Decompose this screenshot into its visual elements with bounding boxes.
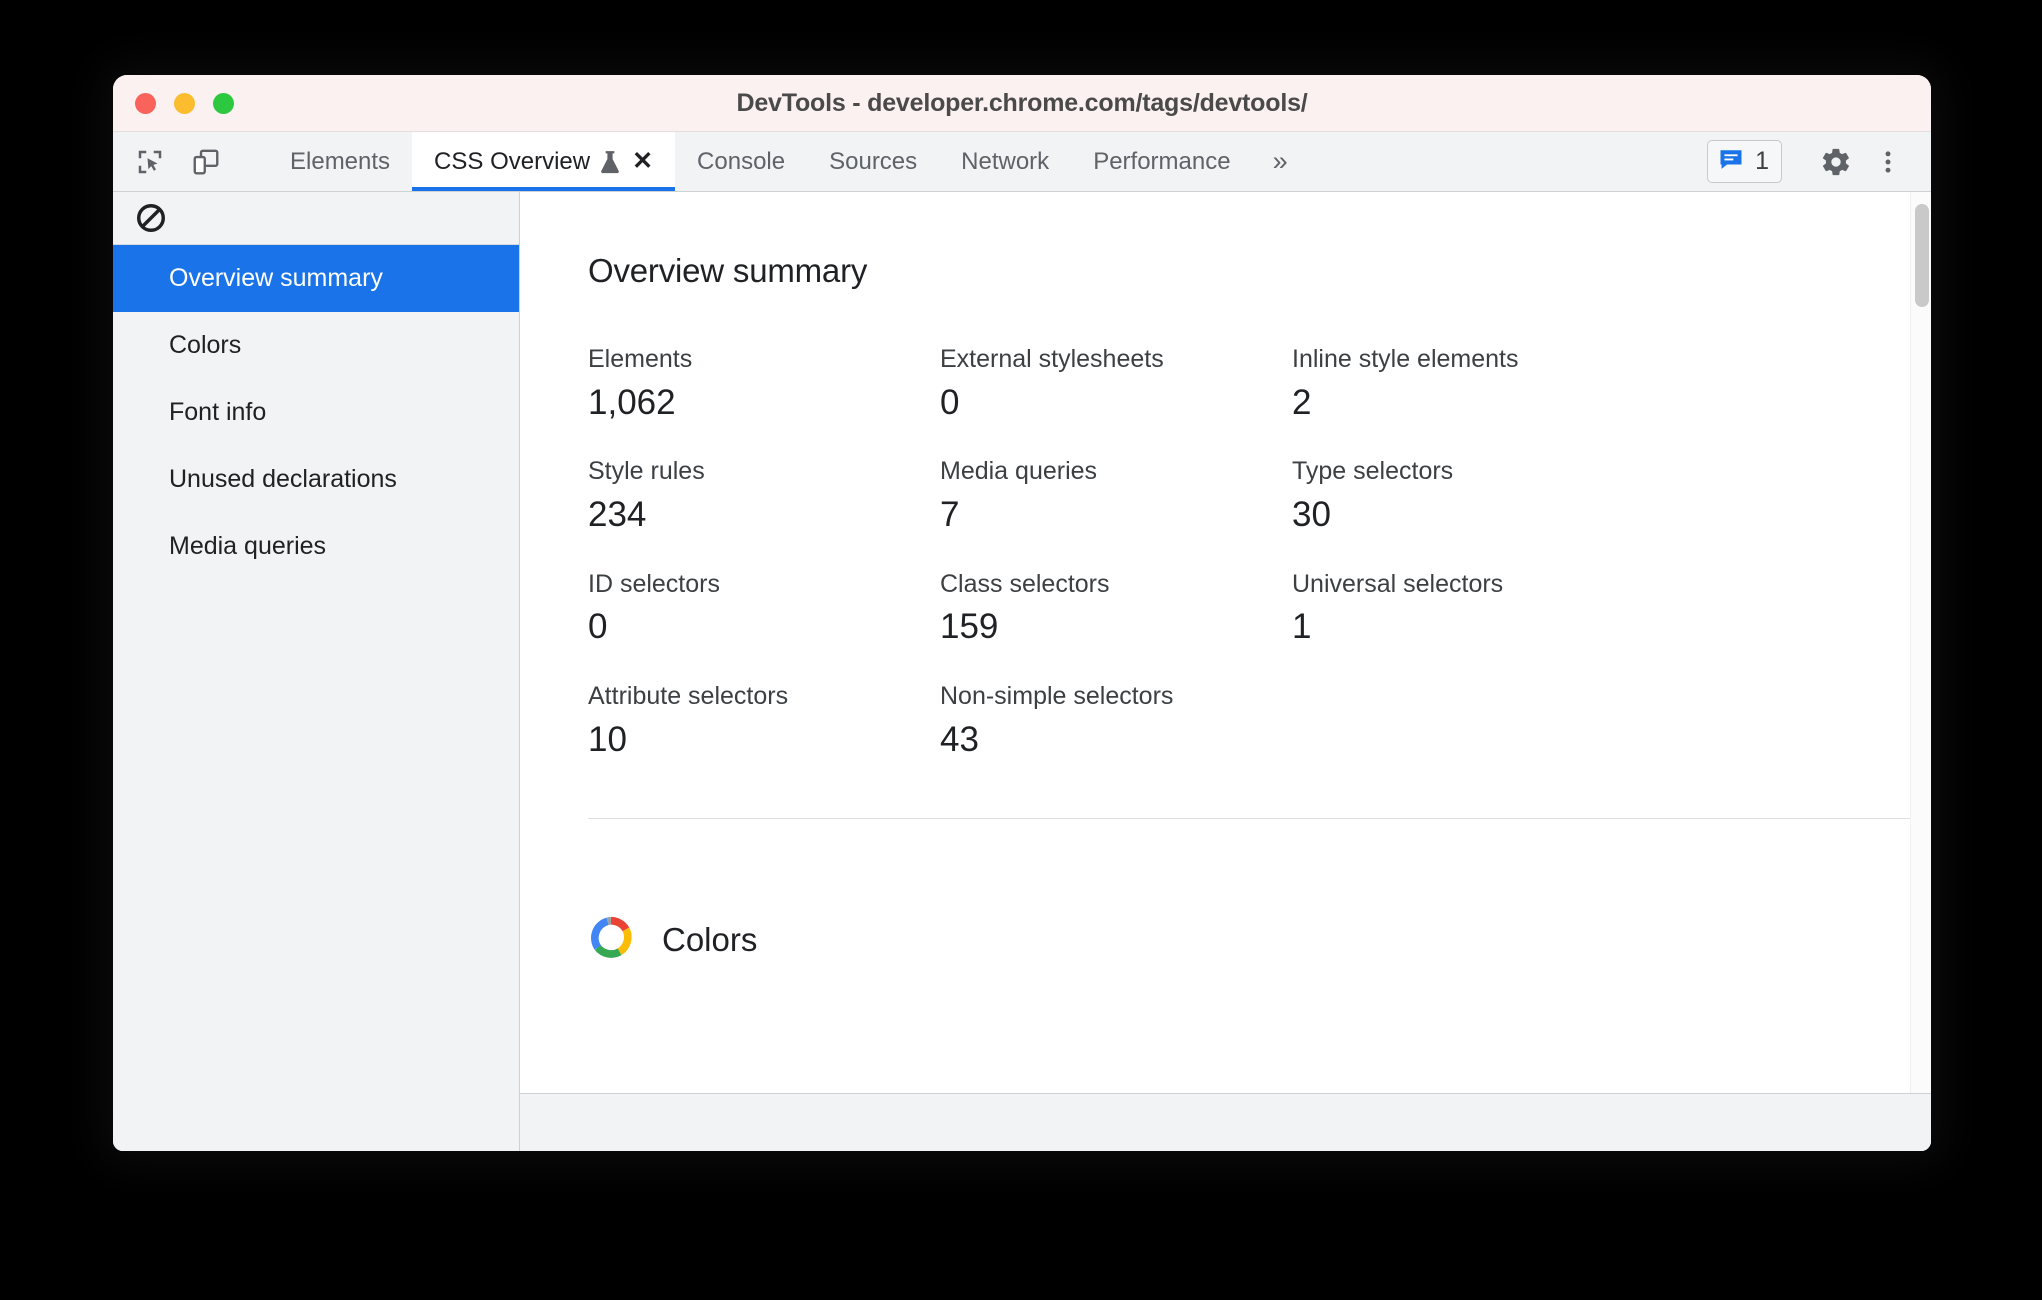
stat-inline-style-elements: Inline style elements 2 [1292,343,1931,425]
gear-icon[interactable] [1815,141,1857,183]
stat-value: 234 [588,495,647,534]
tab-label: Elements [290,147,391,175]
device-toolbar-icon[interactable] [185,141,227,183]
sidebar-item-font-info[interactable]: Font info [113,379,519,446]
stat-label: Class selectors [940,569,1110,598]
stat-universal-selectors: Universal selectors 1 [1292,568,1931,650]
stat-type-selectors: Type selectors 30 [1292,455,1931,537]
stat-value: 30 [1292,495,1331,534]
devtools-body: Overview summary Colors Font info Unused… [113,192,1931,1151]
stat-value: 159 [940,607,999,647]
sidebar-item-label: Media queries [169,532,327,560]
stat-media-queries: Media queries 7 [940,455,1292,537]
stat-value: 43 [940,719,979,759]
css-overview-main: Overview summary Elements 1,062 External… [520,192,1931,1151]
sidebar-item-colors[interactable]: Colors [113,312,519,379]
panel-tabs: Elements CSS Overview ✕ Console Sources [268,132,1701,191]
color-wheel-icon [588,915,634,966]
tab-console[interactable]: Console [675,132,807,191]
stat-non-simple-selectors: Non-simple selectors 43 [940,680,1292,762]
tab-css-overview[interactable]: CSS Overview ✕ [412,132,676,191]
summary-stats-grid: Elements 1,062 External stylesheets 0 In… [588,343,1931,762]
page-title: Overview summary [588,252,868,289]
tab-label: CSS Overview [434,147,591,175]
stat-label: ID selectors [588,569,720,598]
stat-value: 10 [588,719,627,759]
stat-label: Non-simple selectors [940,681,1174,710]
tab-label: Performance [1093,147,1231,175]
tab-label: Network [961,147,1050,175]
css-overview-sidebar: Overview summary Colors Font info Unused… [113,192,520,1151]
stat-value: 0 [588,607,608,647]
window-titlebar: DevTools - developer.chrome.com/tags/dev… [113,75,1931,132]
stat-label: Attribute selectors [588,681,789,710]
inspect-cursor-icon[interactable] [129,141,171,183]
toolbar-right-icons: 1 [1701,132,1931,191]
more-tabs-chevron-icon[interactable]: » [1253,132,1305,191]
overview-summary-section: Overview summary Elements 1,062 External… [520,192,1931,819]
tab-label: Sources [829,147,918,175]
stat-label: Style rules [588,457,705,486]
stat-label: Elements [588,345,693,373]
sidebar-item-label: Font info [169,398,267,426]
sidebar-toolbar [113,192,519,245]
stat-attribute-selectors: Attribute selectors 10 [588,680,940,762]
stat-external-stylesheets: External stylesheets 0 [940,343,1292,425]
colors-section-title: Colors [662,921,758,958]
flask-icon [599,149,621,175]
sidebar-item-unused-declarations[interactable]: Unused declarations [113,446,519,513]
stat-style-rules: Style rules 234 [588,455,940,537]
tab-performance[interactable]: Performance [1071,132,1252,191]
screen: DevTools - developer.chrome.com/tags/dev… [0,0,2042,1300]
stat-id-selectors: ID selectors 0 [588,568,940,650]
devtools-toolbar: Elements CSS Overview ✕ Console Sources [113,132,1931,192]
stat-elements: Elements 1,062 [588,343,940,425]
clear-block-icon[interactable] [131,198,171,238]
tab-sources[interactable]: Sources [807,132,939,191]
sidebar-item-media-queries[interactable]: Media queries [113,513,519,580]
toolbar-left-icons [113,132,268,191]
stat-value: 0 [940,382,960,422]
tab-network[interactable]: Network [939,132,1071,191]
issues-message-icon [1717,145,1745,178]
stat-class-selectors: Class selectors 159 [940,568,1292,650]
bottom-strip [520,1093,1931,1151]
stat-label: External stylesheets [940,345,1164,373]
stat-value: 7 [940,495,960,534]
vertical-scrollbar[interactable] [1910,192,1931,1093]
three-dot-menu-icon[interactable] [1867,141,1909,183]
sidebar-item-label: Overview summary [169,264,383,292]
tab-elements[interactable]: Elements [268,132,412,191]
issues-count: 1 [1755,147,1769,175]
stat-value: 1,062 [588,382,676,422]
sidebar-item-label: Unused declarations [169,465,397,493]
close-tab-icon[interactable]: ✕ [632,149,653,174]
devtools-window: DevTools - developer.chrome.com/tags/dev… [113,75,1931,1151]
sidebar-item-label: Colors [169,331,242,359]
tab-label: Console [697,147,786,175]
colors-section: Colors [520,819,1931,989]
stat-label: Inline style elements [1292,345,1519,373]
stat-value: 2 [1292,382,1312,422]
issues-button[interactable]: 1 [1707,140,1782,183]
stat-label: Universal selectors [1292,569,1504,598]
content-scroll-area: Overview summary Elements 1,062 External… [520,192,1931,1093]
window-title: DevTools - developer.chrome.com/tags/dev… [736,88,1308,117]
sidebar-item-overview-summary[interactable]: Overview summary [113,245,519,312]
scrollbar-thumb[interactable] [1915,204,1929,307]
stat-label: Media queries [940,457,1098,486]
stat-label: Type selectors [1292,457,1454,486]
sidebar-item-list: Overview summary Colors Font info Unused… [113,245,519,580]
stat-value: 1 [1292,607,1312,647]
